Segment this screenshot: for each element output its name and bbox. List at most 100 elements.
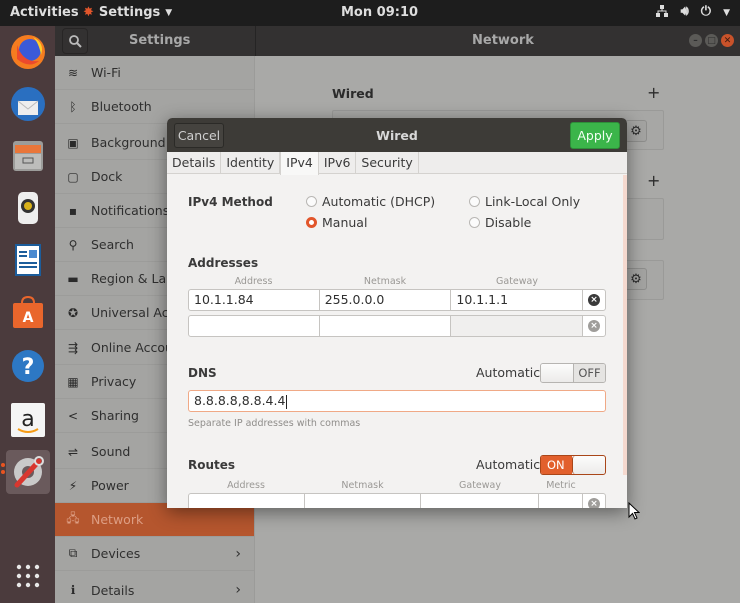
dock-item-writer[interactable] <box>6 238 50 282</box>
volume-icon[interactable]: 🔊︎ <box>681 4 689 22</box>
gateway-input[interactable] <box>451 316 584 336</box>
dialog-tabs: Details Identity IPv4 IPv6 Security <box>167 152 627 175</box>
netmask-input[interactable]: 255.0.0.0 <box>320 290 452 310</box>
wired-settings-button[interactable]: ⚙ <box>625 120 647 142</box>
address-input[interactable]: 10.1.1.84 <box>189 290 320 310</box>
dock-item-help[interactable]: ? <box>6 344 50 388</box>
dock-item-files[interactable] <box>6 134 50 178</box>
sidebar-item-network[interactable]: 🖧︎ Network <box>55 503 254 537</box>
radio-manual[interactable]: Manual <box>306 215 367 230</box>
software-icon: A <box>13 295 43 328</box>
gateway-input[interactable]: 10.1.1.1 <box>451 290 584 310</box>
close-icon: ✕ <box>723 35 732 46</box>
radio-automatic-dhcp[interactable]: Automatic (DHCP) <box>306 194 435 209</box>
tab-security[interactable]: Security <box>356 152 419 174</box>
network-wired-icon[interactable] <box>655 4 669 22</box>
cancel-button[interactable]: Cancel <box>174 123 224 148</box>
minimize-button[interactable]: – <box>689 34 702 47</box>
dock-item-amazon[interactable]: a <box>6 398 50 442</box>
network-icon: 🖧︎ <box>66 511 80 525</box>
route-metric-input[interactable] <box>539 494 584 508</box>
ipv4-page: IPv4 Method Automatic (DHCP) Manual Link… <box>167 175 627 508</box>
svg-text:A: A <box>23 310 34 326</box>
dock-item-rhythmbox[interactable] <box>6 186 50 230</box>
routes-label: Routes <box>188 458 236 472</box>
switch-knob <box>541 364 574 382</box>
search-icon <box>68 34 82 48</box>
radio-disable[interactable]: Disable <box>469 215 531 230</box>
chevron-right-icon: › <box>235 545 241 562</box>
sidebar-item-label: Sound <box>91 444 131 459</box>
address-input[interactable] <box>189 316 320 336</box>
sidebar-item-details[interactable]: ℹ Details › <box>55 573 254 603</box>
header-divider <box>255 26 256 56</box>
online-accounts-icon: ⇶ <box>67 340 79 355</box>
dock-item-thunderbird[interactable] <box>6 82 50 126</box>
settings-icon <box>14 456 44 488</box>
dock-icon: ▢ <box>67 169 79 184</box>
radio-indicator <box>469 217 480 228</box>
column-header-address: Address <box>234 276 273 287</box>
search-button[interactable] <box>62 28 88 54</box>
delete-route-button[interactable]: × <box>583 494 605 508</box>
system-tray[interactable]: 🔊︎ ⏻ ▼ <box>655 4 730 22</box>
radio-link-local-only[interactable]: Link-Local Only <box>469 194 580 209</box>
close-button[interactable]: ✕ <box>721 34 734 47</box>
wired-dialog: Cancel Wired Apply Details Identity IPv4… <box>167 118 627 508</box>
svg-text:?: ? <box>22 355 35 380</box>
route-row: × <box>188 493 606 508</box>
tab-ipv4[interactable]: IPv4 <box>280 152 319 175</box>
show-applications-button[interactable] <box>6 554 50 598</box>
routes-automatic-switch[interactable]: ON <box>540 455 606 475</box>
top-bar: Activities ✸ Settings ▼ Mon 09:10 🔊︎ ⏻ ▼ <box>0 0 740 26</box>
power-icon: ⚡ <box>68 478 78 493</box>
sidebar-item-label: Network <box>91 512 144 527</box>
dns-hint: Separate IP addresses with commas <box>188 418 361 429</box>
chevron-down-icon: ▼ <box>165 7 173 18</box>
minimize-icon: – <box>693 35 698 46</box>
running-indicator <box>1 470 5 474</box>
add-vpn-button[interactable]: + <box>647 171 660 190</box>
power-icon[interactable]: ⏻ <box>701 4 711 22</box>
delete-address-button[interactable]: × <box>583 316 605 336</box>
bluetooth-icon: ᛒ <box>69 99 77 114</box>
dns-automatic-switch[interactable]: OFF <box>540 363 606 383</box>
clock[interactable]: Mon 09:10 <box>341 5 418 20</box>
maximize-button[interactable]: □ <box>705 34 718 47</box>
tab-details[interactable]: Details <box>167 152 222 174</box>
dock-item-ubuntu-software[interactable]: A <box>6 290 50 334</box>
clear-icon: × <box>588 498 601 508</box>
dns-input[interactable]: 8.8.8.8,8.8.4.4 <box>188 390 606 412</box>
apply-button[interactable]: Apply <box>570 122 620 149</box>
dialog-title: Wired <box>376 128 418 143</box>
sidebar-item-wifi[interactable]: ≋ Wi-Fi <box>55 56 254 90</box>
scrollbar[interactable] <box>623 175 627 475</box>
sidebar-item-devices[interactable]: ⧉ Devices › <box>55 537 254 571</box>
dock-item-settings[interactable] <box>6 450 50 494</box>
rhythmbox-icon <box>18 192 38 224</box>
activities-button[interactable]: Activities <box>10 5 79 20</box>
chevron-down-icon[interactable]: ▼ <box>723 4 730 22</box>
netmask-input[interactable] <box>320 316 452 336</box>
sound-icon: ⇌ <box>67 444 79 459</box>
dock-item-firefox[interactable] <box>6 30 50 74</box>
delete-address-button[interactable]: × <box>583 290 605 310</box>
dns-automatic-label: Automatic <box>476 365 541 380</box>
amazon-icon: a <box>11 403 45 437</box>
route-netmask-input[interactable] <box>305 494 422 508</box>
app-menu[interactable]: ✸ Settings ▼ <box>83 5 172 20</box>
sidebar-item-label: Devices <box>91 546 141 561</box>
devices-icon: ⧉ <box>68 546 78 560</box>
route-gateway-input[interactable] <box>421 494 540 508</box>
dns-label: DNS <box>188 366 217 380</box>
tab-ipv6[interactable]: IPv6 <box>319 152 357 174</box>
proxy-settings-button[interactable]: ⚙ <box>625 268 647 290</box>
tab-identity[interactable]: Identity <box>221 152 281 174</box>
add-wired-button[interactable]: + <box>647 83 660 102</box>
radio-indicator <box>306 217 317 228</box>
route-address-input[interactable] <box>189 494 305 508</box>
mouse-cursor-icon <box>628 502 640 520</box>
radio-label: Automatic (DHCP) <box>322 194 436 209</box>
column-header-netmask: Netmask <box>363 276 407 287</box>
privacy-icon: ▦ <box>67 374 79 389</box>
